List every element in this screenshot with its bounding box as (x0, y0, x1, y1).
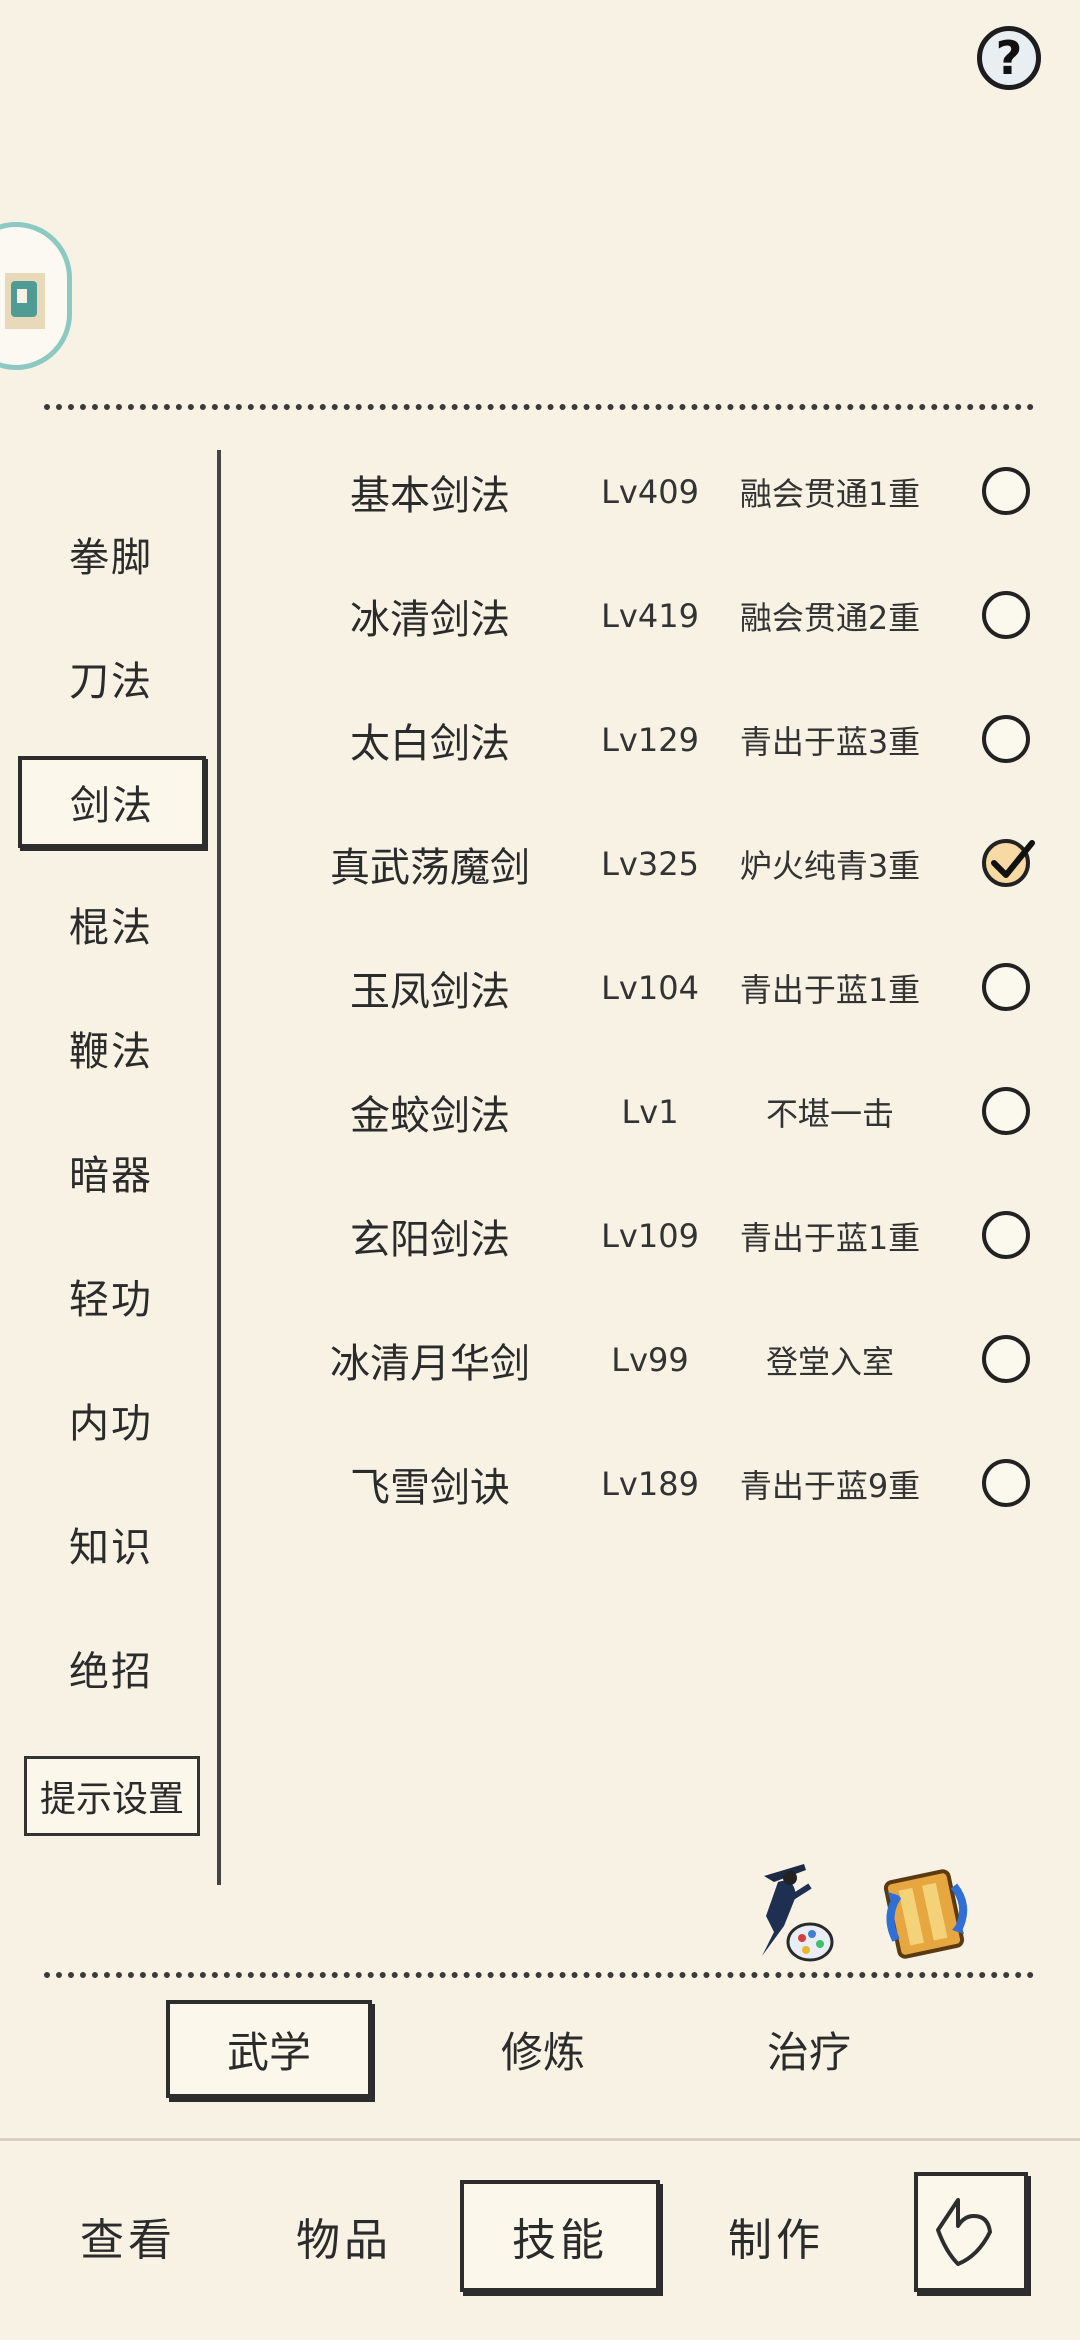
nav-zhizuo[interactable]: 制作 (676, 2180, 876, 2292)
skill-name: 真武荡魔剑 (330, 845, 530, 891)
category-label: 绝招 (69, 1649, 153, 1695)
tab-label: 修炼 (500, 2027, 585, 2077)
category-daofa[interactable]: 刀法 (28, 634, 194, 722)
category-label: 刀法 (69, 659, 153, 705)
skill-select-radio[interactable] (982, 1335, 1030, 1383)
skill-rank: 登堂入室 (765, 1343, 894, 1381)
skill-select-radio[interactable] (982, 1087, 1030, 1135)
skill-level: Lv419 (601, 597, 699, 635)
category-qinggong[interactable]: 轻功 (28, 1252, 194, 1340)
tab-wuxue[interactable]: 武学 (166, 2000, 372, 2098)
category-quanjiao[interactable]: 拳脚 (28, 510, 194, 598)
category-label: 暗器 (69, 1153, 153, 1199)
skill-select-radio-checked[interactable] (982, 839, 1035, 887)
skill-name: 飞雪剑诀 (350, 1465, 510, 1511)
skill-level: Lv104 (601, 969, 699, 1007)
tab-xiulian[interactable]: 修炼 (440, 2000, 646, 2098)
skill-row[interactable]: 冰清剑法 Lv419 融会贯通2重 (230, 554, 1050, 678)
category-juezhao[interactable]: 绝招 (28, 1624, 194, 1712)
scroll-swap-button[interactable] (874, 1856, 970, 1966)
skill-row[interactable]: 金蛟剑法 Lv1 不堪一击 (230, 1050, 1050, 1174)
skill-rank: 融会贯通1重 (739, 475, 921, 513)
swordsman-palette-button[interactable] (744, 1856, 840, 1966)
skill-select-radio[interactable] (982, 1459, 1030, 1507)
skill-level: Lv99 (611, 1341, 689, 1379)
skill-name: 冰清月华剑 (330, 1341, 530, 1387)
skill-name: 冰清剑法 (350, 597, 510, 643)
skill-name: 太白剑法 (350, 721, 510, 767)
avatar[interactable] (0, 222, 72, 370)
category-zhishi[interactable]: 知识 (28, 1500, 194, 1588)
help-button[interactable]: ? (977, 26, 1041, 90)
skill-select-radio[interactable] (982, 1211, 1030, 1259)
nav-jineng[interactable]: 技能 (460, 2180, 660, 2292)
nav-label: 查看 (80, 2215, 176, 2266)
category-label: 剑法 (70, 783, 154, 829)
category-neigong[interactable]: 内功 (28, 1376, 194, 1464)
tab-zhiliao[interactable]: 治疗 (706, 2000, 912, 2098)
skill-level: Lv129 (601, 721, 699, 759)
category-bianfa[interactable]: 鞭法 (28, 1004, 194, 1092)
tab-label: 武学 (226, 2027, 311, 2077)
nav-label: 物品 (296, 2215, 392, 2266)
skill-rank: 融会贯通2重 (739, 599, 921, 637)
skill-level: Lv189 (601, 1465, 699, 1503)
category-anqi[interactable]: 暗器 (28, 1128, 194, 1216)
skill-select-radio[interactable] (982, 715, 1030, 763)
skill-rank: 青出于蓝9重 (739, 1467, 921, 1505)
skill-rank: 青出于蓝3重 (739, 723, 921, 761)
tab-label: 治疗 (766, 2027, 851, 2077)
category-jianfa[interactable]: 剑法 (18, 756, 206, 848)
skill-row[interactable]: 基本剑法 Lv409 融会贯通1重 (230, 430, 1050, 554)
skill-rank: 不堪一击 (765, 1095, 894, 1133)
skill-name: 玉凤剑法 (350, 969, 510, 1015)
skill-select-radio[interactable] (982, 467, 1030, 515)
skill-name: 玄阳剑法 (350, 1217, 510, 1263)
category-label: 知识 (69, 1525, 153, 1571)
skill-row[interactable]: 飞雪剑诀 Lv189 青出于蓝9重 (230, 1422, 1050, 1546)
category-label: 棍法 (69, 905, 153, 951)
skill-rank: 青出于蓝1重 (739, 1219, 921, 1257)
sidebar-divider (217, 450, 221, 1885)
skill-level: Lv325 (601, 845, 699, 883)
skill-row[interactable]: 太白剑法 Lv129 青出于蓝3重 (230, 678, 1050, 802)
nav-chakan[interactable]: 查看 (28, 2180, 228, 2292)
nav-label: 制作 (728, 2215, 824, 2266)
scroll-swap-icon (883, 1869, 968, 1959)
category-label: 内功 (69, 1401, 153, 1447)
skill-row[interactable]: 玄阳剑法 Lv109 青出于蓝1重 (230, 1174, 1050, 1298)
avatar-icon (5, 273, 45, 329)
category-label: 鞭法 (69, 1029, 153, 1075)
skill-name: 基本剑法 (350, 473, 510, 519)
skill-name: 金蛟剑法 (350, 1093, 510, 1139)
skill-level: Lv409 (601, 473, 699, 511)
skill-rank: 炉火纯青3重 (739, 847, 921, 885)
skill-row[interactable]: 真武荡魔剑 Lv325 炉火纯青3重 (230, 802, 1050, 926)
top-divider (44, 404, 1034, 410)
nav-label: 技能 (512, 2215, 608, 2266)
skill-rank: 青出于蓝1重 (739, 971, 921, 1009)
skill-level: Lv1 (621, 1093, 679, 1131)
skill-level: Lv109 (601, 1217, 699, 1255)
nav-wupin[interactable]: 物品 (244, 2180, 444, 2292)
bottom-divider (44, 1972, 1034, 1978)
back-arrow-icon (936, 2198, 992, 2266)
skill-row[interactable]: 玉凤剑法 Lv104 青出于蓝1重 (230, 926, 1050, 1050)
skill-select-radio[interactable] (982, 591, 1030, 639)
skill-select-radio[interactable] (982, 963, 1030, 1011)
tip-setting-label: 提示设置 (39, 1779, 184, 1820)
help-icon: ? (995, 31, 1023, 85)
swordsman-palette-icon (762, 1864, 834, 1962)
tip-setting-button[interactable]: 提示设置 (24, 1756, 200, 1836)
category-label: 拳脚 (69, 535, 153, 581)
category-label: 轻功 (69, 1277, 153, 1323)
skill-row[interactable]: 冰清月华剑 Lv99 登堂入室 (230, 1298, 1050, 1422)
back-button[interactable] (914, 2172, 1028, 2292)
category-gunfa[interactable]: 棍法 (28, 880, 194, 968)
checkmark-icon (991, 840, 1035, 878)
